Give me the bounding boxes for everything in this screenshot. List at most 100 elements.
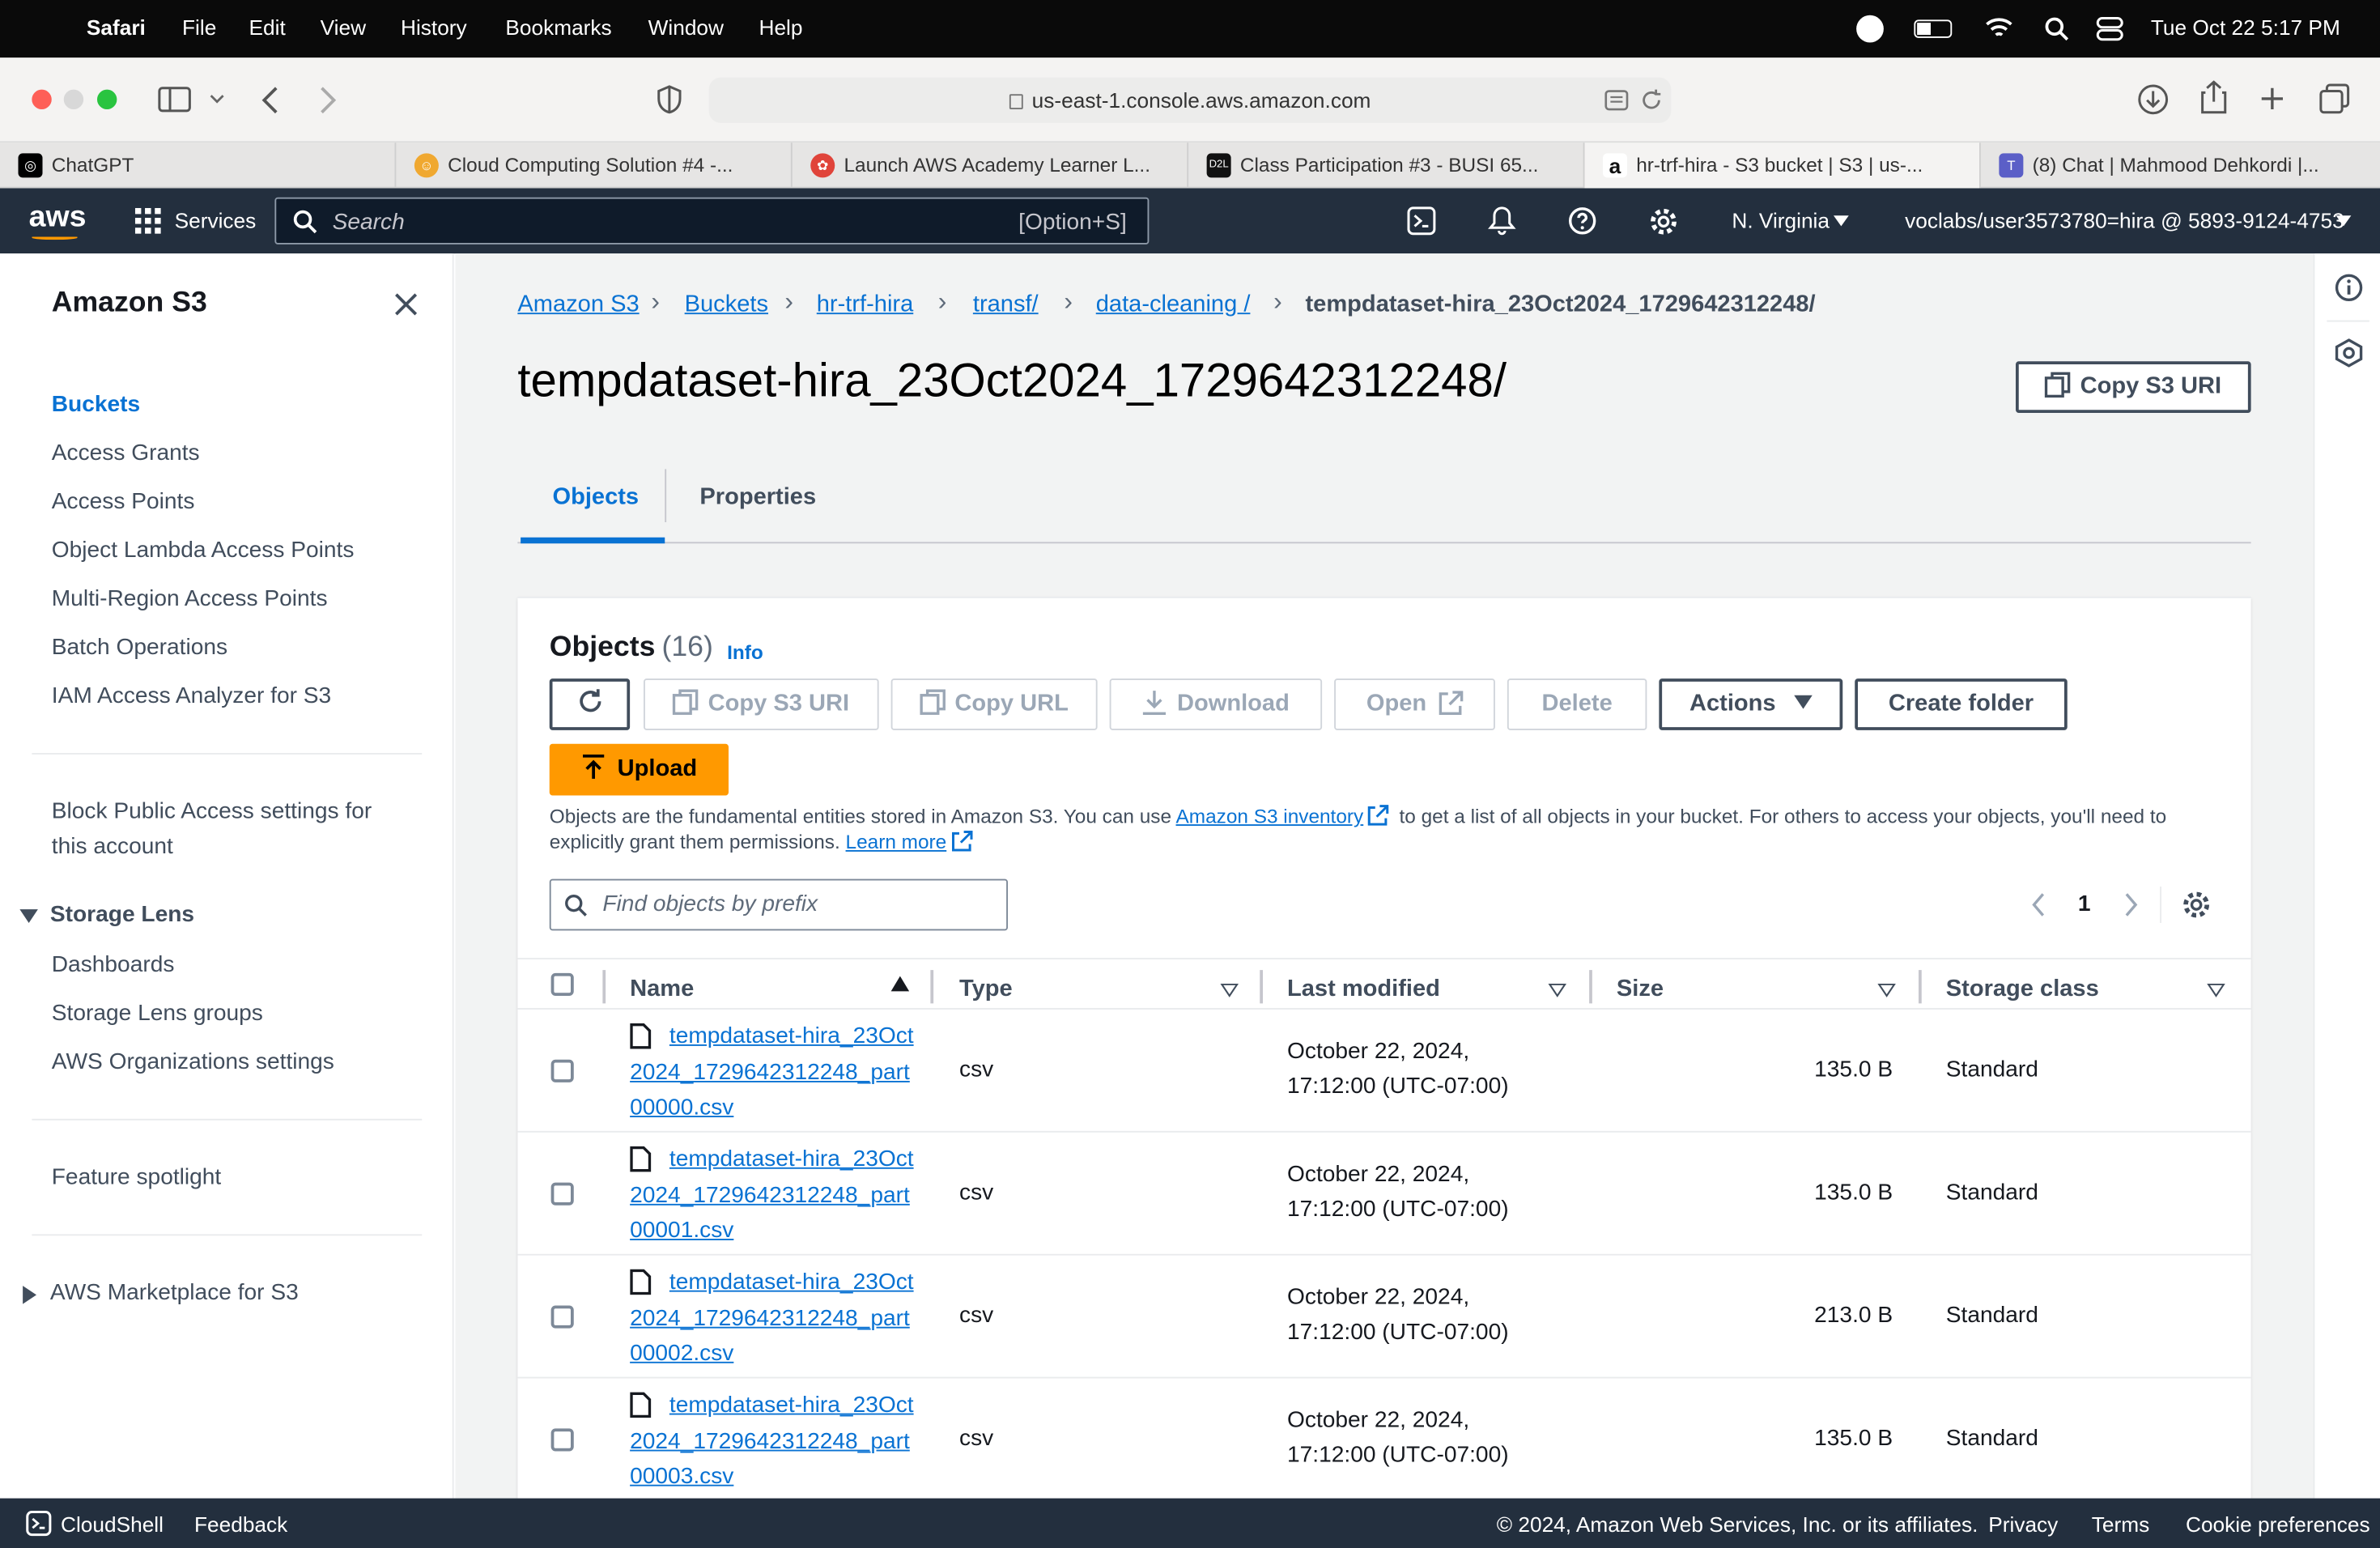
account-menu[interactable]: voclabs/user3573780=hira @ 5893-9124-475… (1905, 208, 2344, 232)
forward-icon[interactable] (319, 87, 338, 114)
notifications-bell-icon[interactable] (1488, 205, 1517, 236)
tab-objects[interactable]: Objects (553, 484, 640, 512)
new-tab-icon[interactable] (2260, 87, 2284, 111)
browser-tab-chatgpt[interactable]: ◎ ChatGPT (0, 142, 397, 189)
battery-icon[interactable] (1914, 19, 1953, 38)
sort-caret-icon[interactable] (1220, 984, 1239, 997)
sort-caret-icon[interactable] (2207, 984, 2225, 997)
minimize-window-button[interactable] (63, 89, 84, 109)
browser-tab-class-participation[interactable]: D2L Class Participation #3 - BUSI 65... (1188, 142, 1585, 189)
aws-logo[interactable]: aws (29, 201, 87, 236)
object-name-link[interactable]: tempdataset-hira_23Oct2024_1729642312248… (630, 1265, 918, 1372)
menu-bookmarks[interactable]: Bookmarks (505, 15, 611, 40)
current-page[interactable]: 1 (2078, 891, 2091, 917)
delete-button[interactable]: Delete (1507, 678, 1647, 730)
sidebar-item-feature-spotlight[interactable]: Feature spotlight (52, 1164, 222, 1190)
menu-view[interactable]: View (321, 15, 366, 40)
privacy-shield-icon[interactable] (657, 85, 682, 114)
sidebar-section-storage-lens[interactable]: Storage Lens (50, 902, 194, 928)
object-name-link[interactable]: tempdataset-hira_23Oct2024_1729642312248… (630, 1019, 918, 1125)
address-bar[interactable]: us-east-1.console.aws.amazon.com (708, 77, 1672, 123)
zoom-window-button[interactable] (97, 89, 117, 109)
sort-caret-icon[interactable] (1548, 984, 1566, 997)
column-name[interactable]: Name (630, 976, 694, 1004)
tab-overview-icon[interactable] (2319, 83, 2350, 114)
column-type[interactable]: Type (959, 976, 1013, 1004)
table-row[interactable]: tempdataset-hira_23Oct2024_1729642312248… (517, 1376, 2251, 1500)
app-menu[interactable]: Safari (87, 15, 146, 40)
sort-caret-icon[interactable] (1877, 984, 1896, 997)
spotlight-search-icon[interactable] (2045, 17, 2069, 41)
sidebar-item-object-lambda[interactable]: Object Lambda Access Points (52, 538, 355, 563)
cloudshell-icon[interactable] (1407, 206, 1436, 236)
cloudshell-link[interactable]: CloudShell (61, 1512, 164, 1537)
grammarly-icon[interactable] (1856, 15, 1884, 43)
column-storage-class[interactable]: Storage class (1946, 976, 2099, 1004)
downloads-icon[interactable] (2137, 83, 2169, 115)
sidebar-toggle-icon[interactable] (158, 87, 191, 113)
sidebar-item-block-public-access[interactable]: Block Public Access settings for (52, 798, 372, 824)
table-settings-gear-icon[interactable] (2181, 890, 2212, 921)
sidebar-item-multi-region[interactable]: Multi-Region Access Points (52, 586, 328, 612)
sidebar-item-marketplace[interactable]: AWS Marketplace for S3 (50, 1280, 299, 1306)
cloudshell-icon[interactable] (26, 1511, 52, 1537)
prefix-filter-input[interactable]: Find objects by prefix (549, 878, 1008, 931)
menu-file[interactable]: File (182, 15, 216, 40)
browser-tab-aws-academy[interactable]: ✿ Launch AWS Academy Learner L... (793, 142, 1189, 189)
info-link[interactable]: Info (727, 640, 763, 663)
sidebar-item-storage-lens-groups[interactable]: Storage Lens groups (52, 1001, 263, 1027)
menu-history[interactable]: History (401, 15, 467, 40)
breadcrumb-amazon-s3[interactable]: Amazon S3 (517, 291, 639, 319)
download-button[interactable]: Download (1109, 678, 1323, 730)
sidebar-item-block-public-access-2[interactable]: this account (52, 833, 173, 859)
share-icon[interactable] (2201, 80, 2227, 114)
next-page-icon[interactable] (2123, 893, 2139, 917)
learn-more-link[interactable]: Learn more (846, 831, 947, 853)
sidebar-item-buckets[interactable]: Buckets (52, 392, 140, 418)
explore-compass-icon[interactable] (2335, 338, 2364, 368)
sidebar-item-access-grants[interactable]: Access Grants (52, 440, 200, 466)
browser-tab-teams-chat[interactable]: T (8) Chat | Mahmood Dehkordi |... (1981, 142, 2377, 188)
previous-page-icon[interactable] (2031, 893, 2046, 917)
sidebar-item-iam-analyzer[interactable]: IAM Access Analyzer for S3 (52, 683, 331, 709)
upload-button[interactable]: Upload (549, 743, 729, 796)
reload-icon[interactable] (1641, 88, 1662, 113)
reader-icon[interactable] (1604, 90, 1629, 111)
caret-down-icon[interactable] (19, 909, 38, 923)
aws-search-box[interactable]: Search [Option+S] (274, 197, 1150, 245)
settings-gear-icon[interactable] (1648, 206, 1679, 237)
inventory-link[interactable]: Amazon S3 inventory (1176, 805, 1364, 827)
breadcrumb-buckets[interactable]: Buckets (685, 291, 768, 319)
menu-window[interactable]: Window (648, 15, 724, 40)
wifi-icon[interactable] (1986, 17, 2013, 40)
cookie-preferences-link[interactable]: Cookie preferences (2186, 1512, 2370, 1537)
sort-ascending-icon[interactable] (890, 976, 910, 992)
menu-help[interactable]: Help (759, 15, 803, 40)
breadcrumb-transf[interactable]: transf/ (973, 291, 1039, 319)
sidebar-item-batch-operations[interactable]: Batch Operations (52, 635, 227, 661)
browser-tab-s3-bucket[interactable]: a hr-trf-hira - S3 bucket | S3 | us-... (1584, 142, 1981, 189)
select-all-checkbox[interactable] (550, 972, 574, 996)
table-row[interactable]: tempdataset-hira_23Oct2024_1729642312248… (517, 1008, 2251, 1131)
refresh-button[interactable] (549, 678, 631, 730)
create-folder-button[interactable]: Create folder (1855, 678, 2068, 730)
sidebar-item-dashboards[interactable]: Dashboards (52, 952, 175, 978)
column-size[interactable]: Size (1617, 976, 1664, 1004)
browser-tab-cloud-computing[interactable]: ☺ Cloud Computing Solution #4 -... (396, 142, 793, 189)
row-checkbox[interactable] (550, 1428, 574, 1452)
open-button[interactable]: Open (1334, 678, 1495, 730)
services-grid-icon[interactable] (134, 207, 161, 234)
close-window-button[interactable] (32, 89, 52, 109)
control-center-icon[interactable] (2096, 15, 2123, 43)
services-menu[interactable]: Services (175, 208, 257, 232)
close-icon[interactable] (395, 293, 418, 316)
sidebar-item-org-settings[interactable]: AWS Organizations settings (52, 1049, 334, 1075)
object-name-link[interactable]: tempdataset-hira_23Oct2024_1729642312248… (630, 1142, 918, 1248)
column-last-modified[interactable]: Last modified (1287, 976, 1440, 1004)
sidebar-item-access-points[interactable]: Access Points (52, 489, 195, 515)
help-icon[interactable] (1568, 206, 1597, 236)
copy-s3-uri-button[interactable]: Copy S3 URI (2016, 361, 2251, 413)
copy-s3-uri-button-disabled[interactable]: Copy S3 URI (644, 678, 879, 730)
menu-edit[interactable]: Edit (249, 15, 286, 40)
copy-url-button[interactable]: Copy URL (890, 678, 1098, 730)
